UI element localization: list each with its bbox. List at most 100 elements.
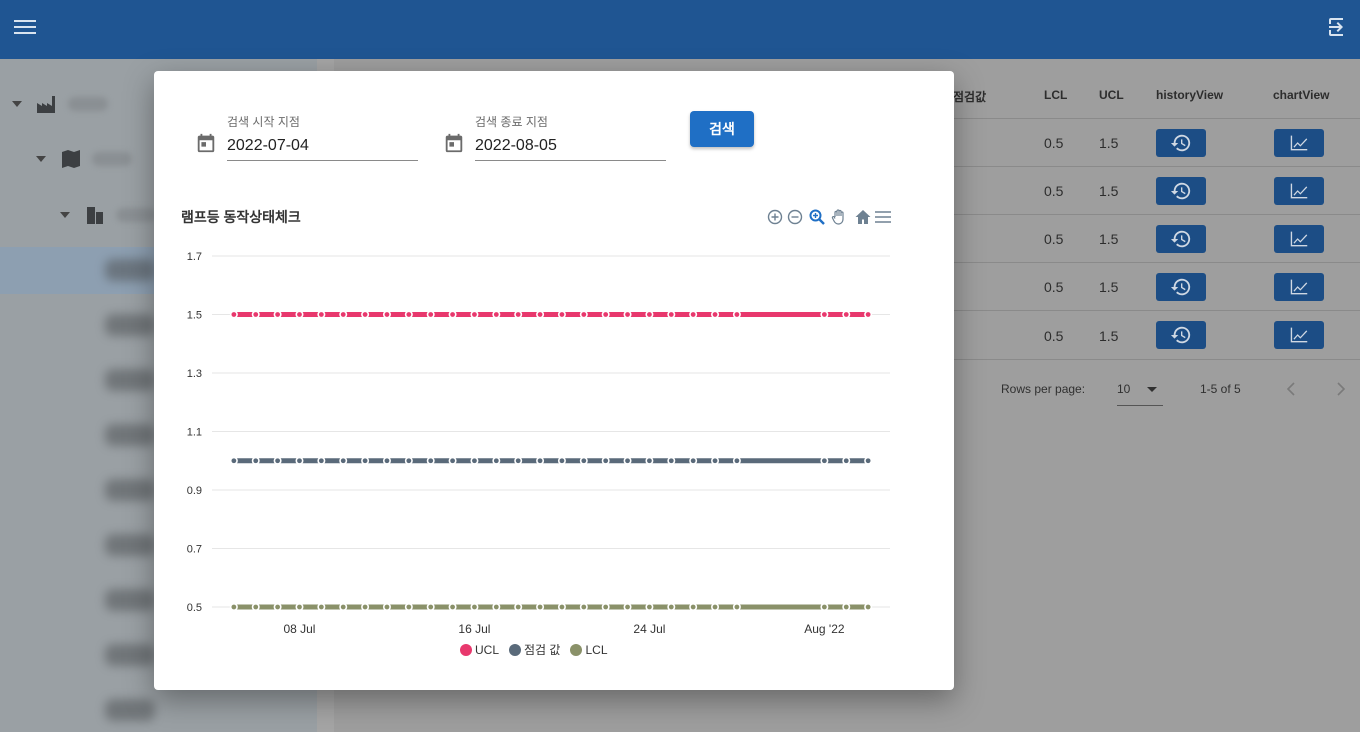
data-point [820,456,829,465]
app-bar [0,0,1360,59]
chart-view-button[interactable] [1274,129,1324,157]
data-point [492,310,501,319]
data-point [601,602,610,611]
data-point [579,310,588,319]
chart-view-button[interactable] [1274,225,1324,253]
data-point [711,602,720,611]
data-point [404,310,413,319]
header-measure[interactable]: 점검값 [953,88,986,105]
data-point [295,456,304,465]
data-point [404,602,413,611]
x-tick-label: 24 Jul [633,622,665,636]
y-tick-label: 0.9 [187,485,202,497]
line-chart-icon [1290,135,1308,151]
map-icon [62,150,80,168]
chart-view-button[interactable] [1274,177,1324,205]
x-tick-label: 16 Jul [458,622,490,636]
data-point [361,602,370,611]
chevron-down-icon[interactable] [36,156,46,162]
data-point [295,602,304,611]
cell-ucl: 1.5 [1099,135,1119,151]
chart-view-button[interactable] [1274,273,1324,301]
factory-icon [37,96,55,113]
rows-per-page-value: 10 [1117,382,1131,396]
zoom-in-icon[interactable] [766,208,784,226]
data-point [864,310,873,319]
header-chartview[interactable]: chartView [1273,88,1329,102]
chart-view-button[interactable] [1274,321,1324,349]
line-chart-icon [1290,231,1308,247]
legend-item-lcl[interactable]: LCL [570,641,608,658]
legend-marker [570,643,583,656]
calendar-icon[interactable] [195,132,217,154]
rows-per-page-label: Rows per page: [1001,382,1086,396]
data-point [689,456,698,465]
data-point [273,456,282,465]
data-point [251,456,260,465]
legend-item-ucl[interactable]: UCL [460,641,499,658]
history-icon [1170,278,1191,296]
data-point [448,310,457,319]
data-point [426,310,435,319]
menu-icon[interactable] [874,208,892,226]
y-tick-label: 1.7 [187,251,202,263]
page-range-text: 1-5 of 5 [1200,382,1241,396]
next-page-icon[interactable] [1334,381,1348,397]
header-ucl[interactable]: UCL [1099,88,1124,102]
magnifier-icon[interactable] [808,208,826,226]
data-point [382,310,391,319]
cell-ucl: 1.5 [1099,183,1119,199]
history-view-button[interactable] [1156,177,1206,205]
history-view-button[interactable] [1156,129,1206,157]
data-point [667,456,676,465]
history-view-button[interactable] [1156,321,1206,349]
cell-ucl: 1.5 [1099,279,1119,295]
data-point [251,310,260,319]
history-icon [1170,182,1191,200]
data-point [514,456,523,465]
pan-hand-icon[interactable] [830,208,848,226]
data-point [426,456,435,465]
calendar-icon[interactable] [443,132,465,154]
y-tick-label: 1.1 [187,427,202,439]
logout-icon[interactable] [1324,15,1348,39]
data-point [623,602,632,611]
data-point [623,456,632,465]
end-date-input[interactable] [475,131,666,161]
data-point [667,310,676,319]
data-point [864,602,873,611]
data-point [229,602,238,611]
data-point [339,310,348,319]
data-point [820,602,829,611]
history-icon [1170,134,1191,152]
tree-node-map[interactable] [36,139,132,179]
tree-node-building[interactable] [60,195,156,235]
data-point [317,602,326,611]
legend-item-measure[interactable]: 점검 값 [509,641,560,658]
history-view-button[interactable] [1156,273,1206,301]
cell-lcl: 0.5 [1044,135,1064,151]
data-point [448,456,457,465]
data-point [339,456,348,465]
legend-marker [509,643,522,656]
data-point [361,310,370,319]
history-icon [1170,230,1191,248]
zoom-out-icon[interactable] [786,208,804,226]
search-button[interactable]: 검색 [690,111,754,147]
start-date-input[interactable] [227,131,418,161]
home-icon[interactable] [854,208,872,226]
rows-per-page-select[interactable]: 10 [1117,376,1163,406]
y-tick-label: 0.5 [187,602,202,614]
tree-node-factory[interactable] [12,84,108,124]
chevron-down-icon[interactable] [60,212,70,218]
hamburger-icon[interactable] [14,17,36,37]
header-historyview[interactable]: historyView [1156,88,1223,102]
header-lcl[interactable]: LCL [1044,88,1067,102]
data-point [864,456,873,465]
data-point [842,456,851,465]
history-view-button[interactable] [1156,225,1206,253]
chart-legend: UCL 점검 값 LCL [460,641,608,658]
chevron-down-icon[interactable] [12,101,22,107]
prev-page-icon[interactable] [1284,381,1298,397]
data-point [601,456,610,465]
